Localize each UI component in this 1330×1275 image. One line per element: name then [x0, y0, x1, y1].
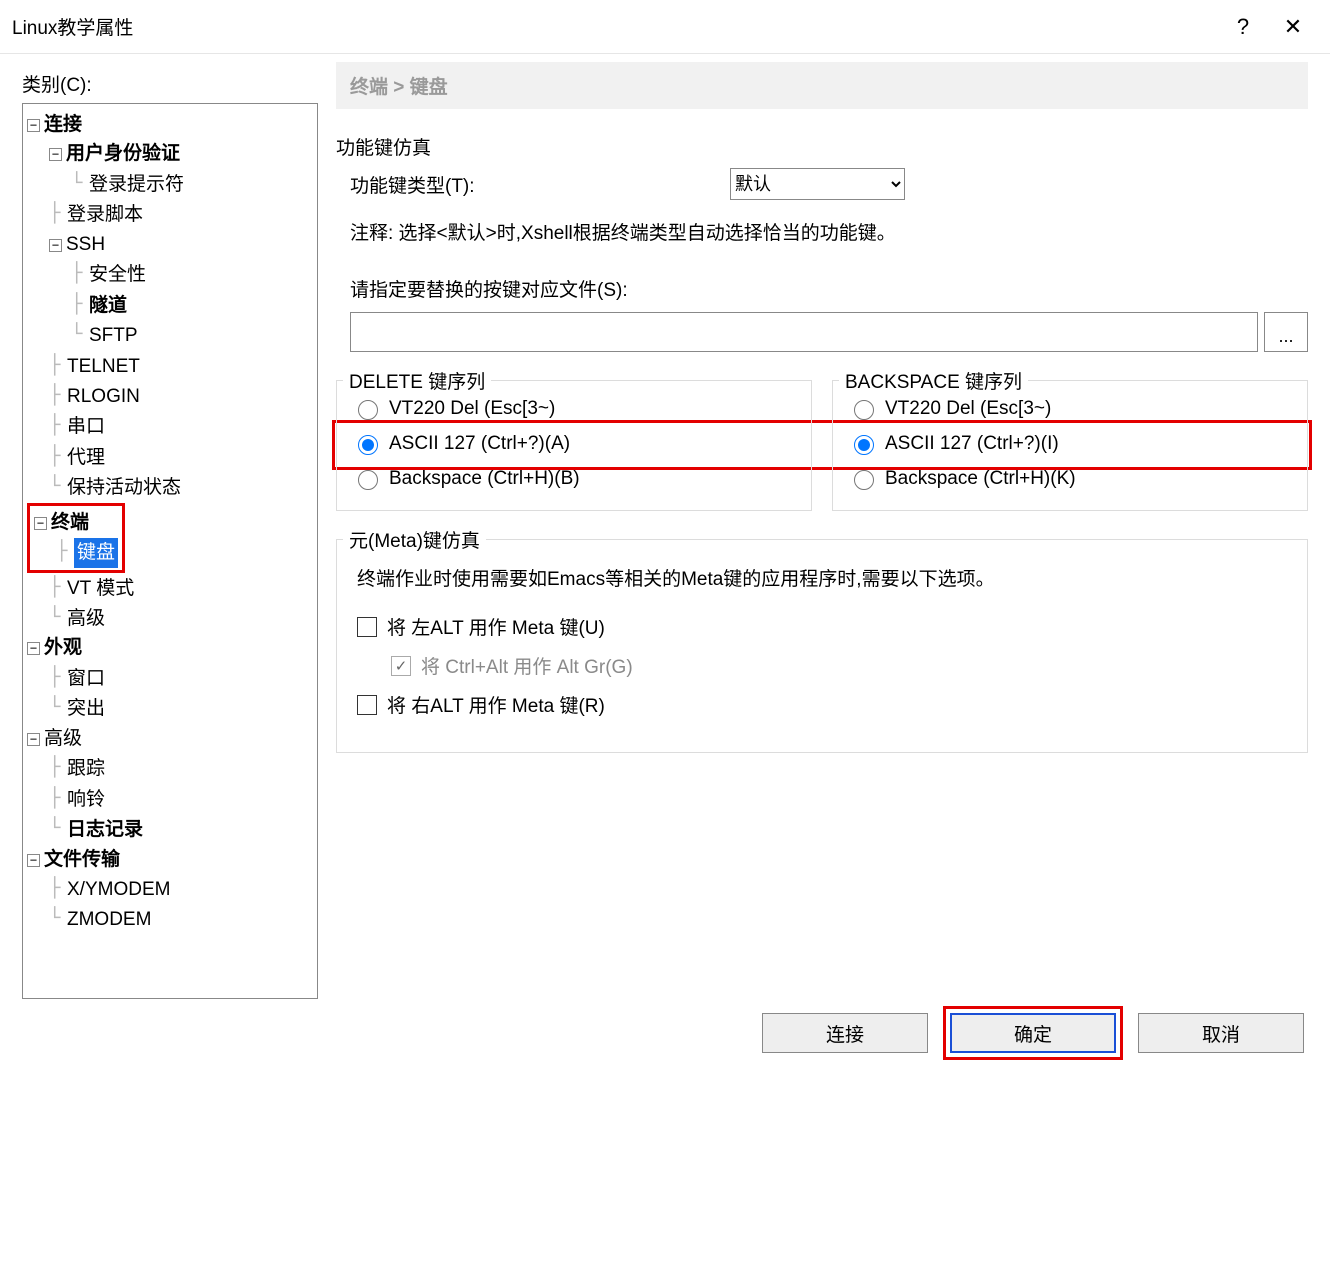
tree-item-connection[interactable]: 连接	[44, 114, 82, 135]
meta-group-title: 元(Meta)键仿真	[343, 526, 486, 553]
tree-item-advanced-terminal[interactable]: 高级	[67, 608, 105, 629]
meta-key-group: 元(Meta)键仿真 终端作业时使用需要如Emacs等相关的Meta键的应用程序…	[336, 539, 1308, 753]
tree-toggle[interactable]: −	[49, 239, 62, 252]
tree-item-serial[interactable]: 串口	[67, 416, 105, 437]
tree-item-window[interactable]: 窗口	[67, 668, 105, 689]
tree-item-zmodem[interactable]: ZMODEM	[67, 909, 151, 930]
connect-button[interactable]: 连接	[762, 1013, 928, 1053]
delete-key-group: DELETE 键序列 VT220 Del (Esc[3~) ASCII 127 …	[336, 380, 812, 511]
left-alt-label: 将 左ALT 用作 Meta 键(U)	[387, 613, 605, 640]
tree-item-appearance[interactable]: 外观	[44, 637, 82, 658]
funckey-note: 注释: 选择<默认>时,Xshell根据终端类型自动选择恰当的功能键。	[350, 218, 1308, 245]
backspace-opt-backspace[interactable]: Backspace (Ctrl+H)(K)	[847, 461, 1293, 496]
tree-item-xymodem[interactable]: X/YMODEM	[67, 879, 170, 900]
tree-toggle[interactable]: −	[27, 733, 40, 746]
tree-item-login-script[interactable]: 登录脚本	[67, 204, 143, 225]
backspace-opt-vt220[interactable]: VT220 Del (Esc[3~)	[847, 391, 1293, 426]
tree-item-proxy[interactable]: 代理	[67, 447, 105, 468]
left-alt-checkbox[interactable]	[357, 617, 377, 637]
right-alt-checkbox[interactable]	[357, 695, 377, 715]
funckey-type-label: 功能键类型(T):	[350, 171, 730, 198]
tree-toggle[interactable]: −	[27, 854, 40, 867]
dialog-title: Linux教学属性	[12, 13, 1218, 40]
meta-description: 终端作业时使用需要如Emacs等相关的Meta键的应用程序时,需要以下选项。	[357, 564, 1293, 591]
tree-toggle[interactable]: −	[27, 119, 40, 132]
tree-item-rlogin[interactable]: RLOGIN	[67, 386, 140, 407]
tree-item-highlight[interactable]: 突出	[67, 698, 105, 719]
delete-opt-backspace[interactable]: Backspace (Ctrl+H)(B)	[351, 461, 797, 496]
tree-item-logging[interactable]: 日志记录	[67, 819, 143, 840]
tree-item-bell[interactable]: 响铃	[67, 789, 105, 810]
tree-toggle[interactable]: −	[34, 517, 47, 530]
tree-toggle[interactable]: −	[49, 148, 62, 161]
tree-item-keyboard[interactable]: 键盘	[74, 538, 118, 567]
funckey-section-title: 功能键仿真	[336, 133, 1308, 160]
help-icon[interactable]: ?	[1218, 14, 1268, 40]
tree-item-sftp[interactable]: SFTP	[89, 325, 138, 346]
tree-item-advanced[interactable]: 高级	[44, 728, 82, 749]
tree-item-security[interactable]: 安全性	[89, 264, 146, 285]
backspace-group-title: BACKSPACE 键序列	[839, 367, 1028, 394]
tree-item-filetransfer[interactable]: 文件传输	[44, 849, 120, 870]
right-alt-label: 将 右ALT 用作 Meta 键(R)	[387, 691, 605, 718]
ctrl-alt-checkbox: ✓	[391, 656, 411, 676]
cancel-button[interactable]: 取消	[1138, 1013, 1304, 1053]
delete-opt-ascii127[interactable]: ASCII 127 (Ctrl+?)(A)	[351, 426, 797, 461]
breadcrumb: 终端 > 键盘	[336, 62, 1308, 109]
backspace-opt-ascii127[interactable]: ASCII 127 (Ctrl+?)(I)	[847, 426, 1293, 461]
delete-group-title: DELETE 键序列	[343, 367, 491, 394]
category-label: 类别(C):	[22, 70, 318, 97]
tree-toggle[interactable]: −	[27, 642, 40, 655]
keymap-file-label: 请指定要替换的按键对应文件(S):	[350, 275, 1308, 302]
backspace-key-group: BACKSPACE 键序列 VT220 Del (Esc[3~) ASCII 1…	[832, 380, 1308, 511]
tree-item-ssh[interactable]: SSH	[66, 234, 105, 255]
tree-item-tunnel[interactable]: 隧道	[89, 295, 127, 316]
close-icon[interactable]: ✕	[1268, 14, 1318, 40]
category-tree[interactable]: −连接 −用户身份验证 └登录提示符 ├登录脚本 −SSH ├安全性 ├隧道 └…	[22, 103, 318, 999]
funckey-type-select[interactable]: 默认	[730, 168, 905, 200]
tree-item-terminal[interactable]: 终端	[51, 512, 89, 533]
keymap-browse-button[interactable]: ...	[1264, 312, 1308, 352]
tree-item-telnet[interactable]: TELNET	[67, 356, 140, 377]
tree-item-login-prompt[interactable]: 登录提示符	[89, 174, 184, 195]
ctrl-alt-label: 将 Ctrl+Alt 用作 Alt Gr(G)	[421, 652, 633, 679]
delete-opt-vt220[interactable]: VT220 Del (Esc[3~)	[351, 391, 797, 426]
ok-button[interactable]: 确定	[950, 1013, 1116, 1053]
tree-item-trace[interactable]: 跟踪	[67, 758, 105, 779]
keymap-file-input[interactable]	[350, 312, 1258, 352]
tree-item-vtmode[interactable]: VT 模式	[67, 578, 134, 599]
tree-item-keepalive[interactable]: 保持活动状态	[67, 477, 181, 498]
tree-item-auth[interactable]: 用户身份验证	[66, 143, 180, 164]
